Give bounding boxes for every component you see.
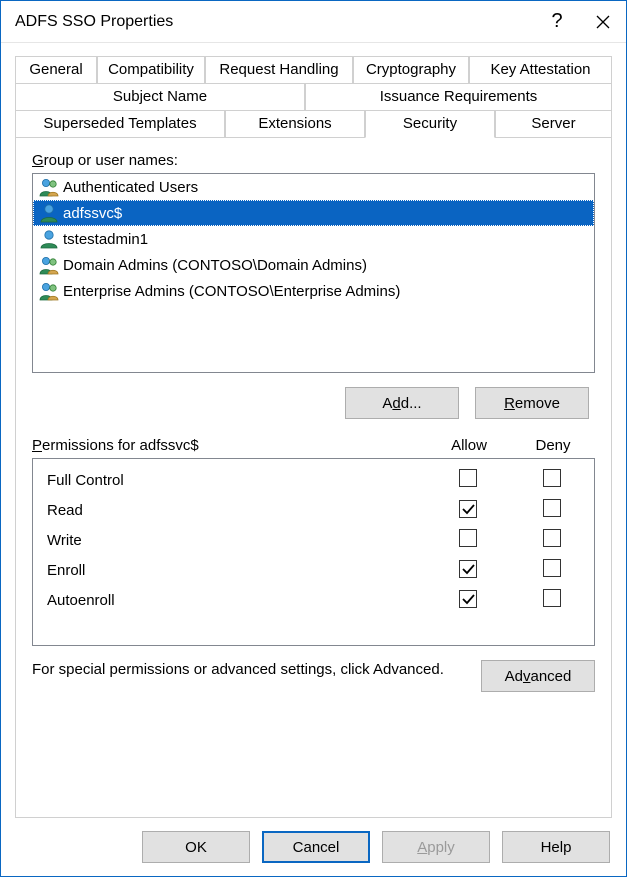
permission-label: Autoenroll	[47, 592, 426, 609]
permission-label: Read	[47, 502, 426, 519]
tab-issuance-requirements[interactable]: Issuance Requirements	[305, 83, 612, 110]
permissions-header: Permissions for adfssvc$ Allow Deny	[32, 437, 595, 454]
tabrow-3: Superseded Templates Extensions Security…	[15, 109, 612, 137]
allow-checkbox[interactable]	[459, 500, 477, 518]
list-item-label: Enterprise Admins (CONTOSO\Enterprise Ad…	[63, 283, 400, 300]
titlebar: ADFS SSO Properties ?	[1, 1, 626, 43]
tab-superseded-templates[interactable]: Superseded Templates	[15, 110, 225, 138]
permission-label: Enroll	[47, 562, 426, 579]
permission-row: Enroll	[33, 555, 594, 585]
allow-column-header: Allow	[427, 437, 511, 454]
advanced-text: For special permissions or advanced sett…	[32, 660, 469, 680]
list-item-label: Authenticated Users	[63, 179, 198, 196]
tabrow-1: General Compatibility Request Handling C…	[15, 55, 612, 82]
tab-request-handling[interactable]: Request Handling	[205, 56, 353, 83]
allow-checkbox[interactable]	[459, 560, 477, 578]
close-icon[interactable]	[580, 1, 626, 43]
user-icon	[37, 202, 61, 224]
principal-buttons: Add... Remove	[32, 387, 595, 419]
apply-button[interactable]: Apply	[382, 831, 490, 863]
list-item[interactable]: Authenticated Users	[33, 174, 594, 200]
help-button[interactable]: Help	[502, 831, 610, 863]
cancel-button[interactable]: Cancel	[262, 831, 370, 863]
group-icon	[37, 176, 61, 198]
allow-checkbox[interactable]	[459, 469, 477, 487]
help-icon[interactable]: ?	[534, 1, 580, 43]
group-icon	[37, 254, 61, 276]
list-item-label: adfssvc$	[63, 205, 122, 222]
group-names-label: Group or user names:	[32, 152, 595, 169]
list-item-label: tstestadmin1	[63, 231, 148, 248]
tab-key-attestation[interactable]: Key Attestation	[469, 56, 612, 83]
deny-checkbox[interactable]	[543, 589, 561, 607]
advanced-button[interactable]: Advanced	[481, 660, 595, 692]
list-item[interactable]: adfssvc$	[33, 200, 594, 226]
tab-cryptography[interactable]: Cryptography	[353, 56, 469, 83]
deny-checkbox[interactable]	[543, 529, 561, 547]
list-item-label: Domain Admins (CONTOSO\Domain Admins)	[63, 257, 367, 274]
tab-server[interactable]: Server	[495, 110, 612, 138]
remove-button[interactable]: Remove	[475, 387, 589, 419]
allow-checkbox[interactable]	[459, 590, 477, 608]
tab-subject-name[interactable]: Subject Name	[15, 83, 305, 110]
dialog-footer: OK Cancel Apply Help	[1, 818, 626, 876]
list-item[interactable]: tstestadmin1	[33, 226, 594, 252]
tab-general[interactable]: General	[15, 56, 97, 83]
user-icon	[37, 228, 61, 250]
permissions-listbox: Full Control Read Write Enroll Autoenroll	[32, 458, 595, 646]
list-item[interactable]: Domain Admins (CONTOSO\Domain Admins)	[33, 252, 594, 278]
add-button[interactable]: Add...	[345, 387, 459, 419]
tabrow-2: Subject Name Issuance Requirements	[15, 82, 612, 109]
permission-row: Write	[33, 525, 594, 555]
permission-row: Read	[33, 495, 594, 525]
permission-row: Full Control	[33, 465, 594, 495]
ok-button[interactable]: OK	[142, 831, 250, 863]
deny-column-header: Deny	[511, 437, 595, 454]
advanced-row: For special permissions or advanced sett…	[32, 660, 595, 692]
permission-row: Autoenroll	[33, 585, 594, 615]
permissions-for-label: Permissions for adfssvc$	[32, 437, 427, 454]
deny-checkbox[interactable]	[543, 499, 561, 517]
tabpage-security: Group or user names: Authenticated Users…	[15, 137, 612, 818]
tab-extensions[interactable]: Extensions	[225, 110, 365, 138]
dialog-window: ADFS SSO Properties ? General Compatibil…	[0, 0, 627, 877]
client-area: General Compatibility Request Handling C…	[1, 43, 626, 818]
permission-label: Full Control	[47, 472, 426, 489]
permission-label: Write	[47, 532, 426, 549]
tab-compatibility[interactable]: Compatibility	[97, 56, 205, 83]
deny-checkbox[interactable]	[543, 559, 561, 577]
group-icon	[37, 280, 61, 302]
allow-checkbox[interactable]	[459, 529, 477, 547]
tab-security[interactable]: Security	[365, 110, 495, 138]
deny-checkbox[interactable]	[543, 469, 561, 487]
list-item[interactable]: Enterprise Admins (CONTOSO\Enterprise Ad…	[33, 278, 594, 304]
principals-listbox[interactable]: Authenticated Users adfssvc$ tstestadmin1 D…	[32, 173, 595, 373]
window-title: ADFS SSO Properties	[15, 13, 534, 31]
